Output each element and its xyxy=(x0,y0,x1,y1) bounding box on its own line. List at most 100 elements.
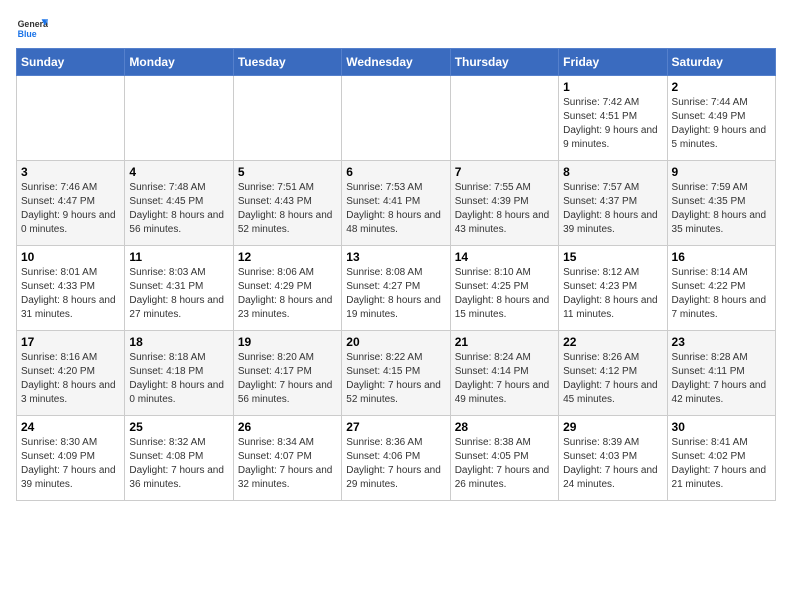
day-number: 1 xyxy=(563,80,662,94)
calendar-cell: 11Sunrise: 8:03 AM Sunset: 4:31 PM Dayli… xyxy=(125,246,233,331)
weekday-header-monday: Monday xyxy=(125,49,233,76)
day-info: Sunrise: 7:53 AM Sunset: 4:41 PM Dayligh… xyxy=(346,181,445,237)
calendar-cell: 25Sunrise: 8:32 AM Sunset: 4:08 PM Dayli… xyxy=(125,416,233,501)
day-info: Sunrise: 8:41 AM Sunset: 4:02 PM Dayligh… xyxy=(672,436,771,492)
day-number: 28 xyxy=(455,420,554,434)
calendar-cell: 29 Sunrise: 8:39 AM Sunset: 4:03 PM Dayli… xyxy=(559,416,667,501)
day-info: Sunrise: 8:32 AM Sunset: 4:08 PM Dayligh… xyxy=(129,436,228,492)
day-number: 12 xyxy=(238,250,337,264)
calendar-table: SundayMondayTuesdayWednesdayThursdayFrid… xyxy=(16,48,776,501)
weekday-header-row: SundayMondayTuesdayWednesdayThursdayFrid… xyxy=(17,49,776,76)
calendar-cell: 3 Sunrise: 7:46 AM Sunset: 4:47 PM Daylig… xyxy=(17,161,125,246)
header: General Blue xyxy=(16,16,776,40)
day-info: Sunrise: 8:03 AM Sunset: 4:31 PM Dayligh… xyxy=(129,266,228,322)
day-number: 19 xyxy=(238,335,337,349)
calendar-cell: 8 Sunrise: 7:57 AM Sunset: 4:37 PM Daylig… xyxy=(559,161,667,246)
day-info: Sunrise: 8:14 AM Sunset: 4:22 PM Dayligh… xyxy=(672,266,771,322)
day-info: Sunrise: 8:34 AM Sunset: 4:07 PM Dayligh… xyxy=(238,436,337,492)
calendar-cell: 19 Sunrise: 8:20 AM Sunset: 4:17 PM Dayli… xyxy=(233,331,341,416)
day-number: 29 xyxy=(563,420,662,434)
calendar-cell: 23 Sunrise: 8:28 AM Sunset: 4:11 PM Dayli… xyxy=(667,331,775,416)
calendar-cell: 26 Sunrise: 8:34 AM Sunset: 4:07 PM Dayli… xyxy=(233,416,341,501)
day-info: Sunrise: 7:59 AM Sunset: 4:35 PM Dayligh… xyxy=(672,181,771,237)
day-number: 15 xyxy=(563,250,662,264)
calendar-week-3: 10 Sunrise: 8:01 AM Sunset: 4:33 PM Dayli… xyxy=(17,246,776,331)
day-number: 17 xyxy=(21,335,120,349)
day-number: 21 xyxy=(455,335,554,349)
calendar-week-1: 1 Sunrise: 7:42 AM Sunset: 4:51 PM Daylig… xyxy=(17,76,776,161)
calendar-cell: 21 Sunrise: 8:24 AM Sunset: 4:14 PM Dayli… xyxy=(450,331,558,416)
day-info: Sunrise: 8:18 AM Sunset: 4:18 PM Dayligh… xyxy=(129,351,228,407)
day-info: Sunrise: 7:55 AM Sunset: 4:39 PM Dayligh… xyxy=(455,181,554,237)
day-info: Sunrise: 7:44 AM Sunset: 4:49 PM Dayligh… xyxy=(672,96,771,152)
day-number: 8 xyxy=(563,165,662,179)
day-number: 16 xyxy=(672,250,771,264)
calendar-cell: 12 Sunrise: 8:06 AM Sunset: 4:29 PM Dayli… xyxy=(233,246,341,331)
day-number: 18 xyxy=(129,335,228,349)
day-info: Sunrise: 7:48 AM Sunset: 4:45 PM Dayligh… xyxy=(129,181,228,237)
calendar-cell: 22 Sunrise: 8:26 AM Sunset: 4:12 PM Dayli… xyxy=(559,331,667,416)
day-info: Sunrise: 8:39 AM Sunset: 4:03 PM Dayligh… xyxy=(563,436,662,492)
weekday-header-friday: Friday xyxy=(559,49,667,76)
day-info: Sunrise: 8:20 AM Sunset: 4:17 PM Dayligh… xyxy=(238,351,337,407)
day-info: Sunrise: 7:42 AM Sunset: 4:51 PM Dayligh… xyxy=(563,96,662,152)
day-info: Sunrise: 7:57 AM Sunset: 4:37 PM Dayligh… xyxy=(563,181,662,237)
calendar-cell: 7 Sunrise: 7:55 AM Sunset: 4:39 PM Daylig… xyxy=(450,161,558,246)
day-info: Sunrise: 8:01 AM Sunset: 4:33 PM Dayligh… xyxy=(21,266,120,322)
calendar-week-2: 3 Sunrise: 7:46 AM Sunset: 4:47 PM Daylig… xyxy=(17,161,776,246)
weekday-header-sunday: Sunday xyxy=(17,49,125,76)
day-info: Sunrise: 8:24 AM Sunset: 4:14 PM Dayligh… xyxy=(455,351,554,407)
calendar-cell xyxy=(233,76,341,161)
calendar-cell: 24 Sunrise: 8:30 AM Sunset: 4:09 PM Dayli… xyxy=(17,416,125,501)
calendar-cell: 28Sunrise: 8:38 AM Sunset: 4:05 PM Dayli… xyxy=(450,416,558,501)
day-number: 30 xyxy=(672,420,771,434)
day-number: 6 xyxy=(346,165,445,179)
day-number: 7 xyxy=(455,165,554,179)
day-number: 22 xyxy=(563,335,662,349)
calendar-cell: 15 Sunrise: 8:12 AM Sunset: 4:23 PM Dayli… xyxy=(559,246,667,331)
day-info: Sunrise: 8:06 AM Sunset: 4:29 PM Dayligh… xyxy=(238,266,337,322)
day-number: 13 xyxy=(346,250,445,264)
calendar-cell: 1 Sunrise: 7:42 AM Sunset: 4:51 PM Daylig… xyxy=(559,76,667,161)
calendar-cell: 2Sunrise: 7:44 AM Sunset: 4:49 PM Daylig… xyxy=(667,76,775,161)
day-info: Sunrise: 8:22 AM Sunset: 4:15 PM Dayligh… xyxy=(346,351,445,407)
day-number: 24 xyxy=(21,420,120,434)
day-info: Sunrise: 7:46 AM Sunset: 4:47 PM Dayligh… xyxy=(21,181,120,237)
calendar-cell: 27Sunrise: 8:36 AM Sunset: 4:06 PM Dayli… xyxy=(342,416,450,501)
day-number: 27 xyxy=(346,420,445,434)
day-info: Sunrise: 8:16 AM Sunset: 4:20 PM Dayligh… xyxy=(21,351,120,407)
day-info: Sunrise: 8:30 AM Sunset: 4:09 PM Dayligh… xyxy=(21,436,120,492)
calendar-cell: 14Sunrise: 8:10 AM Sunset: 4:25 PM Dayli… xyxy=(450,246,558,331)
day-number: 3 xyxy=(21,165,120,179)
calendar-cell: 10 Sunrise: 8:01 AM Sunset: 4:33 PM Dayli… xyxy=(17,246,125,331)
weekday-header-saturday: Saturday xyxy=(667,49,775,76)
day-info: Sunrise: 8:12 AM Sunset: 4:23 PM Dayligh… xyxy=(563,266,662,322)
day-info: Sunrise: 8:08 AM Sunset: 4:27 PM Dayligh… xyxy=(346,266,445,322)
day-number: 26 xyxy=(238,420,337,434)
day-number: 10 xyxy=(21,250,120,264)
day-info: Sunrise: 8:28 AM Sunset: 4:11 PM Dayligh… xyxy=(672,351,771,407)
day-number: 20 xyxy=(346,335,445,349)
calendar-cell xyxy=(17,76,125,161)
day-info: Sunrise: 7:51 AM Sunset: 4:43 PM Dayligh… xyxy=(238,181,337,237)
calendar-cell xyxy=(125,76,233,161)
calendar-cell: 5Sunrise: 7:51 AM Sunset: 4:43 PM Daylig… xyxy=(233,161,341,246)
logo: General Blue xyxy=(16,16,52,40)
calendar-cell xyxy=(450,76,558,161)
svg-text:Blue: Blue xyxy=(18,29,37,39)
day-info: Sunrise: 8:10 AM Sunset: 4:25 PM Dayligh… xyxy=(455,266,554,322)
calendar-cell: 17 Sunrise: 8:16 AM Sunset: 4:20 PM Dayli… xyxy=(17,331,125,416)
calendar-cell: 13 Sunrise: 8:08 AM Sunset: 4:27 PM Dayli… xyxy=(342,246,450,331)
weekday-header-thursday: Thursday xyxy=(450,49,558,76)
calendar-cell xyxy=(342,76,450,161)
day-number: 4 xyxy=(129,165,228,179)
day-number: 9 xyxy=(672,165,771,179)
logo-icon: General Blue xyxy=(16,16,48,40)
calendar-week-5: 24 Sunrise: 8:30 AM Sunset: 4:09 PM Dayli… xyxy=(17,416,776,501)
calendar-cell: 20 Sunrise: 8:22 AM Sunset: 4:15 PM Dayli… xyxy=(342,331,450,416)
day-number: 23 xyxy=(672,335,771,349)
day-info: Sunrise: 8:26 AM Sunset: 4:12 PM Dayligh… xyxy=(563,351,662,407)
weekday-header-tuesday: Tuesday xyxy=(233,49,341,76)
calendar-cell: 9 Sunrise: 7:59 AM Sunset: 4:35 PM Daylig… xyxy=(667,161,775,246)
calendar-cell: 6 Sunrise: 7:53 AM Sunset: 4:41 PM Daylig… xyxy=(342,161,450,246)
